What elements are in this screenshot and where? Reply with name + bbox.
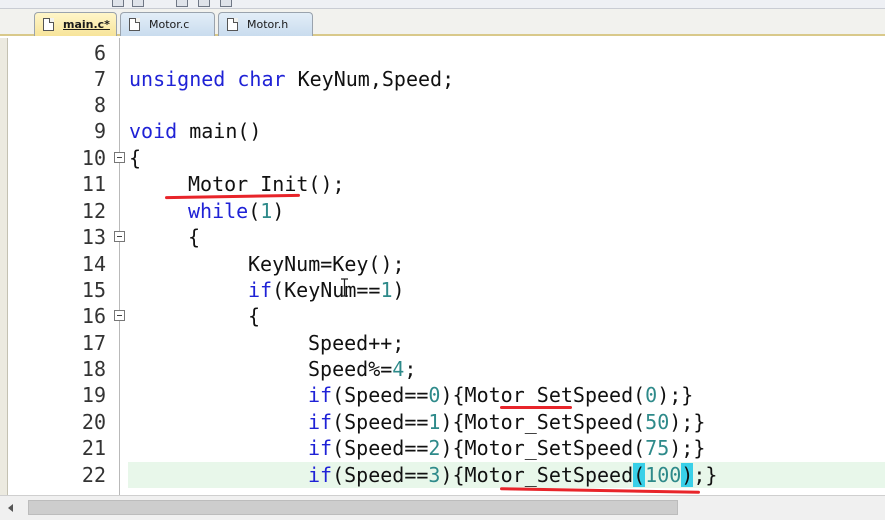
line-number: 18 [81,357,106,381]
line-code: if(Speed==1){Motor_SetSpeed(50);} [308,410,706,434]
red-underline-annotation [500,406,572,409]
line-code: if(Speed==3){Motor_SetSpeed(100);} [308,463,718,487]
tab-motor-h[interactable]: Motor.h [218,12,313,36]
editor-tab-bar: main.c* Motor.c Motor.h [0,9,885,36]
line-code: if(Speed==2){Motor_SetSpeed(75);} [308,436,706,460]
line-number: 13 [81,225,106,249]
line-code: void main() [129,119,262,143]
code-line[interactable]: 9 void main() [0,118,885,144]
file-icon [129,18,140,31]
code-line[interactable]: 21 if(Speed==2){Motor_SetSpeed(75);} [0,435,885,461]
line-number: 10 [81,146,106,170]
code-line-partial [0,488,885,495]
fold-collapse-icon[interactable] [114,231,125,242]
fold-collapse-icon[interactable] [114,310,125,321]
toolbar-strip [0,0,885,9]
scrollbar-thumb[interactable] [28,500,678,515]
tab-motor-c[interactable]: Motor.c [120,12,215,36]
line-number: 6 [93,41,106,65]
file-icon [227,18,238,31]
code-line[interactable]: 17 Speed++; [0,330,885,356]
code-line[interactable]: 15 if(KeyNum==1) [0,277,885,303]
code-line[interactable]: 19 if(Speed==0){Motor_SetSpeed(0);} [0,382,885,408]
line-number: 20 [81,410,106,434]
file-icon [43,18,54,31]
horizontal-scrollbar[interactable] [0,495,885,520]
code-line[interactable]: 20 if(Speed==1){Motor_SetSpeed(50);} [0,409,885,435]
line-code: KeyNum=Key(); [248,252,405,276]
line-code: Motor_Init(); [188,172,345,196]
code-line[interactable]: 8 [0,92,885,118]
tab-label: Motor.c [149,18,190,31]
line-code: while(1) [188,199,285,223]
code-line[interactable]: 12 while(1) [0,198,885,224]
code-line[interactable]: 14 KeyNum=Key(); [0,251,885,277]
code-line[interactable]: 16 { [0,303,885,329]
code-line[interactable]: 22 if(Speed==3){Motor_SetSpeed(100);} [0,462,885,488]
line-code: { [188,225,201,249]
line-number: 8 [93,93,106,117]
tab-label: main.c* [63,18,110,31]
line-code: { [129,146,142,170]
code-line[interactable]: 18 Speed%=4; [0,356,885,382]
line-code: Speed%=4; [308,357,417,381]
line-number: 17 [81,331,106,355]
text-cursor-icon [341,278,348,297]
toolbar-icon[interactable] [220,0,232,7]
line-number: 16 [81,304,106,328]
code-line[interactable]: 7 unsigned char KeyNum,Speed; [0,66,885,92]
code-line[interactable]: 10 { [0,145,885,171]
line-code: if(Speed==0){Motor_SetSpeed(0);} [308,383,694,407]
scroll-left-arrow-icon[interactable] [4,501,18,515]
toolbar-icon[interactable] [132,0,144,7]
toolbar-icon[interactable] [198,0,210,7]
line-number: 21 [81,436,106,460]
line-number: 7 [93,67,106,91]
line-number: 22 [81,463,106,487]
tab-label: Motor.h [247,18,289,31]
toolbar-icon[interactable] [176,0,188,7]
line-number: 15 [81,278,106,302]
code-line[interactable]: 6 [0,40,885,66]
line-code: if(KeyNum==1) [248,278,405,302]
tab-main-c[interactable]: main.c* [34,12,117,36]
line-number: 9 [93,119,106,143]
line-number: 12 [81,199,106,223]
fold-collapse-icon[interactable] [114,152,125,163]
line-code: Speed++; [308,331,405,355]
line-number: 11 [81,172,106,196]
code-line[interactable]: 11 Motor_Init(); [0,171,885,197]
line-code: { [248,304,261,328]
line-number: 19 [81,383,106,407]
line-code: unsigned char KeyNum,Speed; [129,67,455,91]
line-number: 14 [81,252,106,276]
toolbar-icon[interactable] [112,0,124,7]
code-line[interactable]: 13 { [0,224,885,250]
